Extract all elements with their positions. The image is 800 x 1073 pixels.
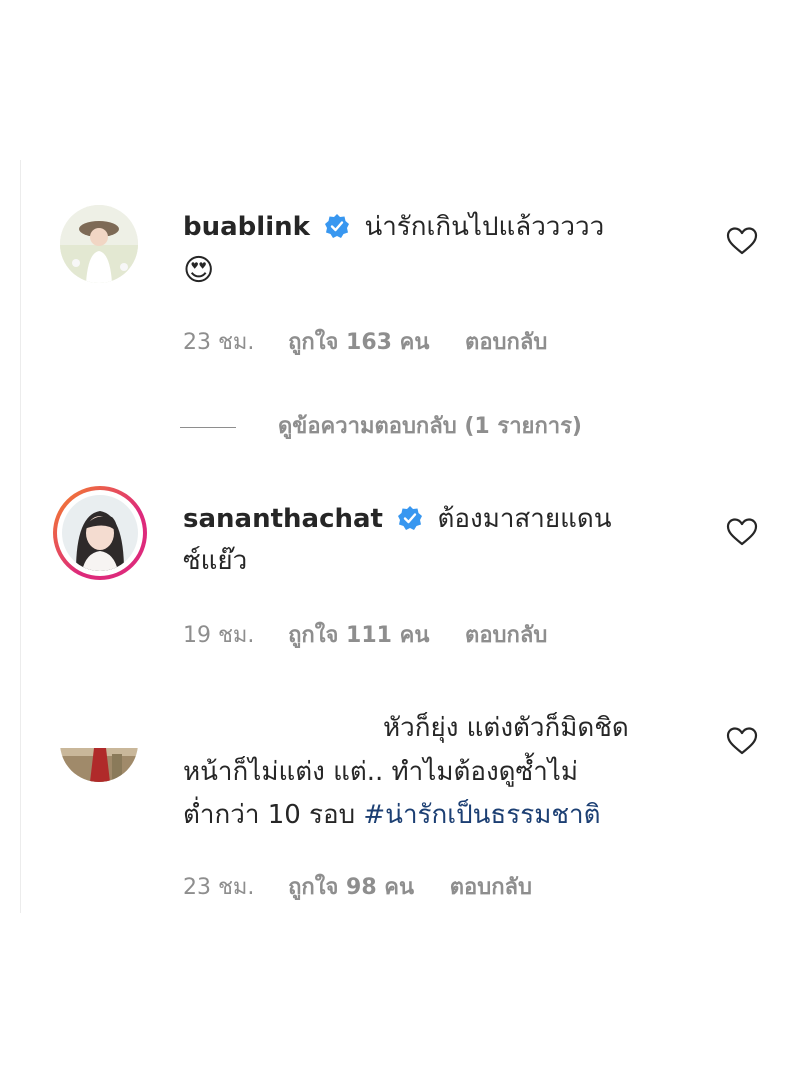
comment-body: ซ์แย๊ว bbox=[183, 546, 248, 576]
avatar-clip bbox=[60, 748, 138, 782]
comment-username[interactable]: buablink bbox=[183, 212, 310, 242]
comment-body: หน้าก็ไม่แต่ง แต่.. ทำไมต้องดูซ้ำไม่ bbox=[183, 757, 579, 787]
comment-text-line: buablink น่ารักเกินไปแล้ววววว bbox=[183, 207, 604, 247]
comment-body: หัวก็ยุ่ง แต่งตัวก็มิดชิด bbox=[383, 713, 629, 743]
comment-text-line: หัวก็ยุ่ง แต่งตัวก็มิดชิด bbox=[383, 708, 629, 748]
view-replies-line bbox=[180, 426, 236, 428]
avatar-image bbox=[60, 205, 138, 283]
view-replies-label: ดูข้อความตอบกลับ (1 รายการ) bbox=[278, 414, 582, 439]
comment-body: ต่ำกว่า 10 รอบ bbox=[183, 800, 356, 830]
comment-text-line: 😍 bbox=[183, 251, 214, 292]
comment-time[interactable]: 23 ชม. bbox=[183, 875, 254, 900]
hashtag-link[interactable]: #น่ารักเป็นธรรมชาติ bbox=[363, 800, 600, 830]
comment-time[interactable]: 19 ชม. bbox=[183, 623, 254, 648]
heart-outline-icon[interactable] bbox=[726, 726, 758, 756]
comment-username[interactable]: sananthachat bbox=[183, 504, 383, 534]
comment-time[interactable]: 23 ชม. bbox=[183, 330, 254, 355]
heart-outline-icon[interactable] bbox=[726, 517, 758, 547]
comment-likes[interactable]: ถูกใจ 111 คน bbox=[288, 623, 429, 648]
comment-likes[interactable]: ถูกใจ 98 คน bbox=[288, 875, 414, 900]
avatar-image bbox=[62, 495, 138, 571]
avatar-image bbox=[60, 748, 138, 782]
avatar[interactable] bbox=[60, 205, 138, 283]
comment-meta: 19 ชม. ถูกใจ 111 คน ตอบกลับ bbox=[183, 617, 575, 652]
view-replies-button[interactable]: ดูข้อความตอบกลับ (1 รายการ) bbox=[180, 408, 582, 443]
comment-text-line: ซ์แย๊ว bbox=[183, 541, 247, 581]
story-ring-avatar[interactable] bbox=[53, 486, 147, 580]
comment-text-line: หน้าก็ไม่แต่ง แต่.. ทำไมต้องดูซ้ำไม่ bbox=[183, 752, 578, 792]
avatar[interactable] bbox=[60, 748, 138, 782]
reply-button[interactable]: ตอบกลับ bbox=[465, 623, 547, 648]
verified-badge-icon bbox=[325, 214, 350, 238]
comment-meta: 23 ชม. ถูกใจ 163 คน ตอบกลับ bbox=[183, 324, 575, 359]
comment-body: ต้องมาสายแดน bbox=[437, 504, 612, 534]
comment-likes[interactable]: ถูกใจ 163 คน bbox=[288, 330, 429, 355]
comment-body: น่ารักเกินไปแล้ววววว bbox=[364, 212, 605, 242]
verified-badge-icon bbox=[398, 506, 423, 530]
comment-meta: 23 ชม. ถูกใจ 98 คน ตอบกลับ bbox=[183, 869, 560, 904]
heart-outline-icon[interactable] bbox=[726, 226, 758, 256]
emoji: 😍 bbox=[183, 253, 215, 288]
comment-text-line: sananthachat ต้องมาสายแดน bbox=[183, 499, 612, 539]
comment-text-line: ต่ำกว่า 10 รอบ #น่ารักเป็นธรรมชาติ bbox=[183, 795, 601, 835]
reply-button[interactable]: ตอบกลับ bbox=[465, 330, 547, 355]
left-divider bbox=[20, 160, 21, 913]
reply-button[interactable]: ตอบกลับ bbox=[450, 875, 532, 900]
